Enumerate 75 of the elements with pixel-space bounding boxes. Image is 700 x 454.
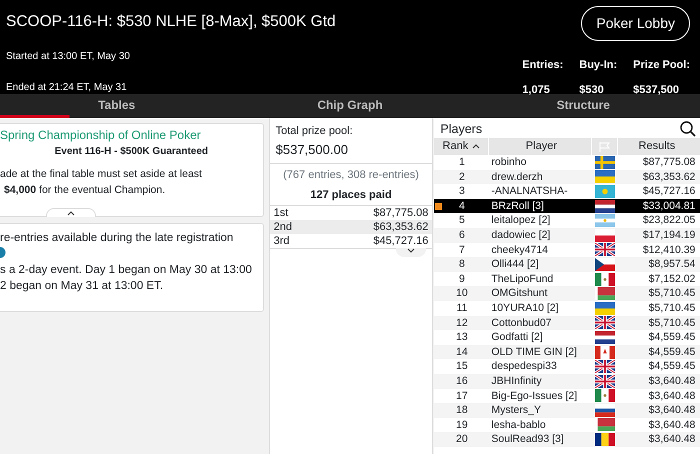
info-text: $4,000 for the eventual Champion. xyxy=(3,182,166,198)
player-row[interactable]: 8 Olli444 [2] $8,957.54 xyxy=(434,257,700,272)
player-row[interactable]: 4 BRzRoll [3] $33,004.81 xyxy=(434,198,700,214)
info-text: 2 began on May 31 at 13:00 ET. xyxy=(0,279,164,294)
payout-amount: $45,727.16 xyxy=(373,234,428,248)
flag-icon xyxy=(595,200,616,213)
player-row[interactable]: 5 leitalopez [2] $23,822.05 xyxy=(434,213,700,228)
expand-tab[interactable] xyxy=(396,248,426,257)
poker-lobby-button[interactable]: Poker Lobby xyxy=(581,6,690,41)
event-series-title: Spring Championship of Online Poker xyxy=(0,127,202,144)
flag-icon xyxy=(595,404,616,417)
results-column-header[interactable]: Results xyxy=(618,138,696,155)
stat-label: Entries: xyxy=(522,58,564,73)
tournament-title: SCOOP-116-H: $530 NLHE [8-Max], $500K Gtd xyxy=(6,12,336,32)
player-row[interactable]: 20 SoulRead93 [3] $3,640.48 xyxy=(434,432,700,447)
chevron-up-icon xyxy=(67,211,75,216)
chevron-down-icon xyxy=(407,248,416,253)
entries-summary: (767 entries, 308 re-entries) xyxy=(282,168,420,183)
stat-label: Buy-In: xyxy=(579,58,618,73)
flag-icon xyxy=(595,302,616,315)
info-icon xyxy=(0,247,6,258)
flag-column-icon xyxy=(598,142,611,152)
player-row[interactable]: 2 drew.derzh $63,353.62 xyxy=(434,170,700,184)
player-row[interactable]: 19 lesha-bablo $3,640.48 xyxy=(434,418,700,432)
flag-icon xyxy=(595,214,616,228)
player-row[interactable]: 17 Big-Ego-Issues [2] $3,640.48 xyxy=(434,388,700,404)
player-row[interactable]: 10 OMGitshunt $5,710.45 xyxy=(434,286,700,301)
payout-amount: $63,353.62 xyxy=(373,220,428,234)
player-row[interactable]: 3 -ANALNATSHA- $45,727.16 xyxy=(434,184,700,199)
flag-icon xyxy=(595,243,616,256)
flag-icon xyxy=(595,156,616,169)
player-row[interactable]: 16 JBHInfinity $3,640.48 xyxy=(434,374,700,388)
flag-icon xyxy=(595,272,616,286)
payout-place: 1st xyxy=(274,206,288,220)
player-row[interactable]: 12 Cottonbud07 $5,710.45 xyxy=(434,316,700,330)
player-row[interactable]: 14 OLD TIME GIN [2] $4,559.45 xyxy=(434,344,700,360)
player-row[interactable]: 11 10YURA10 [2] $5,710.45 xyxy=(434,300,700,316)
start-time: Started at 13:00 ET, May 30 xyxy=(6,50,131,64)
player-row[interactable]: 9 TheLipoFund $7,152.02 xyxy=(434,272,700,286)
player-row[interactable]: 6 dadowiec [2] $17,194.19 xyxy=(434,228,700,243)
selection-marker xyxy=(435,202,442,210)
player-row[interactable]: 18 Mysters_Y $3,640.48 xyxy=(434,403,700,418)
sort-caret-icon xyxy=(472,144,480,149)
search-icon[interactable] xyxy=(680,121,696,137)
tab[interactable]: Chip Graph xyxy=(233,94,467,118)
flag-icon xyxy=(595,374,616,388)
payout-amount: $87,775.08 xyxy=(373,206,428,220)
flag-icon xyxy=(595,287,616,300)
flag-icon xyxy=(595,170,616,184)
payout-place: 2nd xyxy=(274,220,292,234)
flag-icon xyxy=(595,330,616,344)
info-text: re-entries available during the late registration xyxy=(0,231,234,246)
flag-icon xyxy=(595,360,616,374)
flag-icon xyxy=(595,346,616,359)
flag-icon xyxy=(595,184,616,198)
payout-place: 3rd xyxy=(274,234,290,248)
prize-pool-amount: $537,500.00 xyxy=(276,140,349,158)
player-row[interactable]: 1 robinho $87,775.08 xyxy=(434,155,700,170)
flag-icon xyxy=(595,258,616,271)
prize-pool-label: Total prize pool: xyxy=(276,124,354,139)
player-row[interactable]: 13 Godfatti [2] $4,559.45 xyxy=(434,330,700,345)
places-paid: 127 places paid xyxy=(309,188,393,202)
flag-icon xyxy=(595,228,616,242)
flag-icon xyxy=(595,433,616,446)
flag-icon xyxy=(595,418,616,432)
info-text: ade at the final table must set aside at least xyxy=(0,167,203,182)
info-text: s a 2-day event. Day 1 began on May 30 at 13:00 xyxy=(0,263,252,278)
flag-icon xyxy=(595,389,616,402)
rank-column-header[interactable]: Rank xyxy=(434,138,490,155)
player-column-header[interactable]: Player xyxy=(489,138,592,155)
end-time: Ended at 21:24 ET, May 31 xyxy=(6,81,128,96)
stat-label: Prize Pool: xyxy=(633,58,690,73)
event-subtitle: Event 116-H - $500K Guaranteed xyxy=(54,145,210,159)
flag-icon xyxy=(595,316,616,330)
players-title: Players xyxy=(440,120,482,138)
